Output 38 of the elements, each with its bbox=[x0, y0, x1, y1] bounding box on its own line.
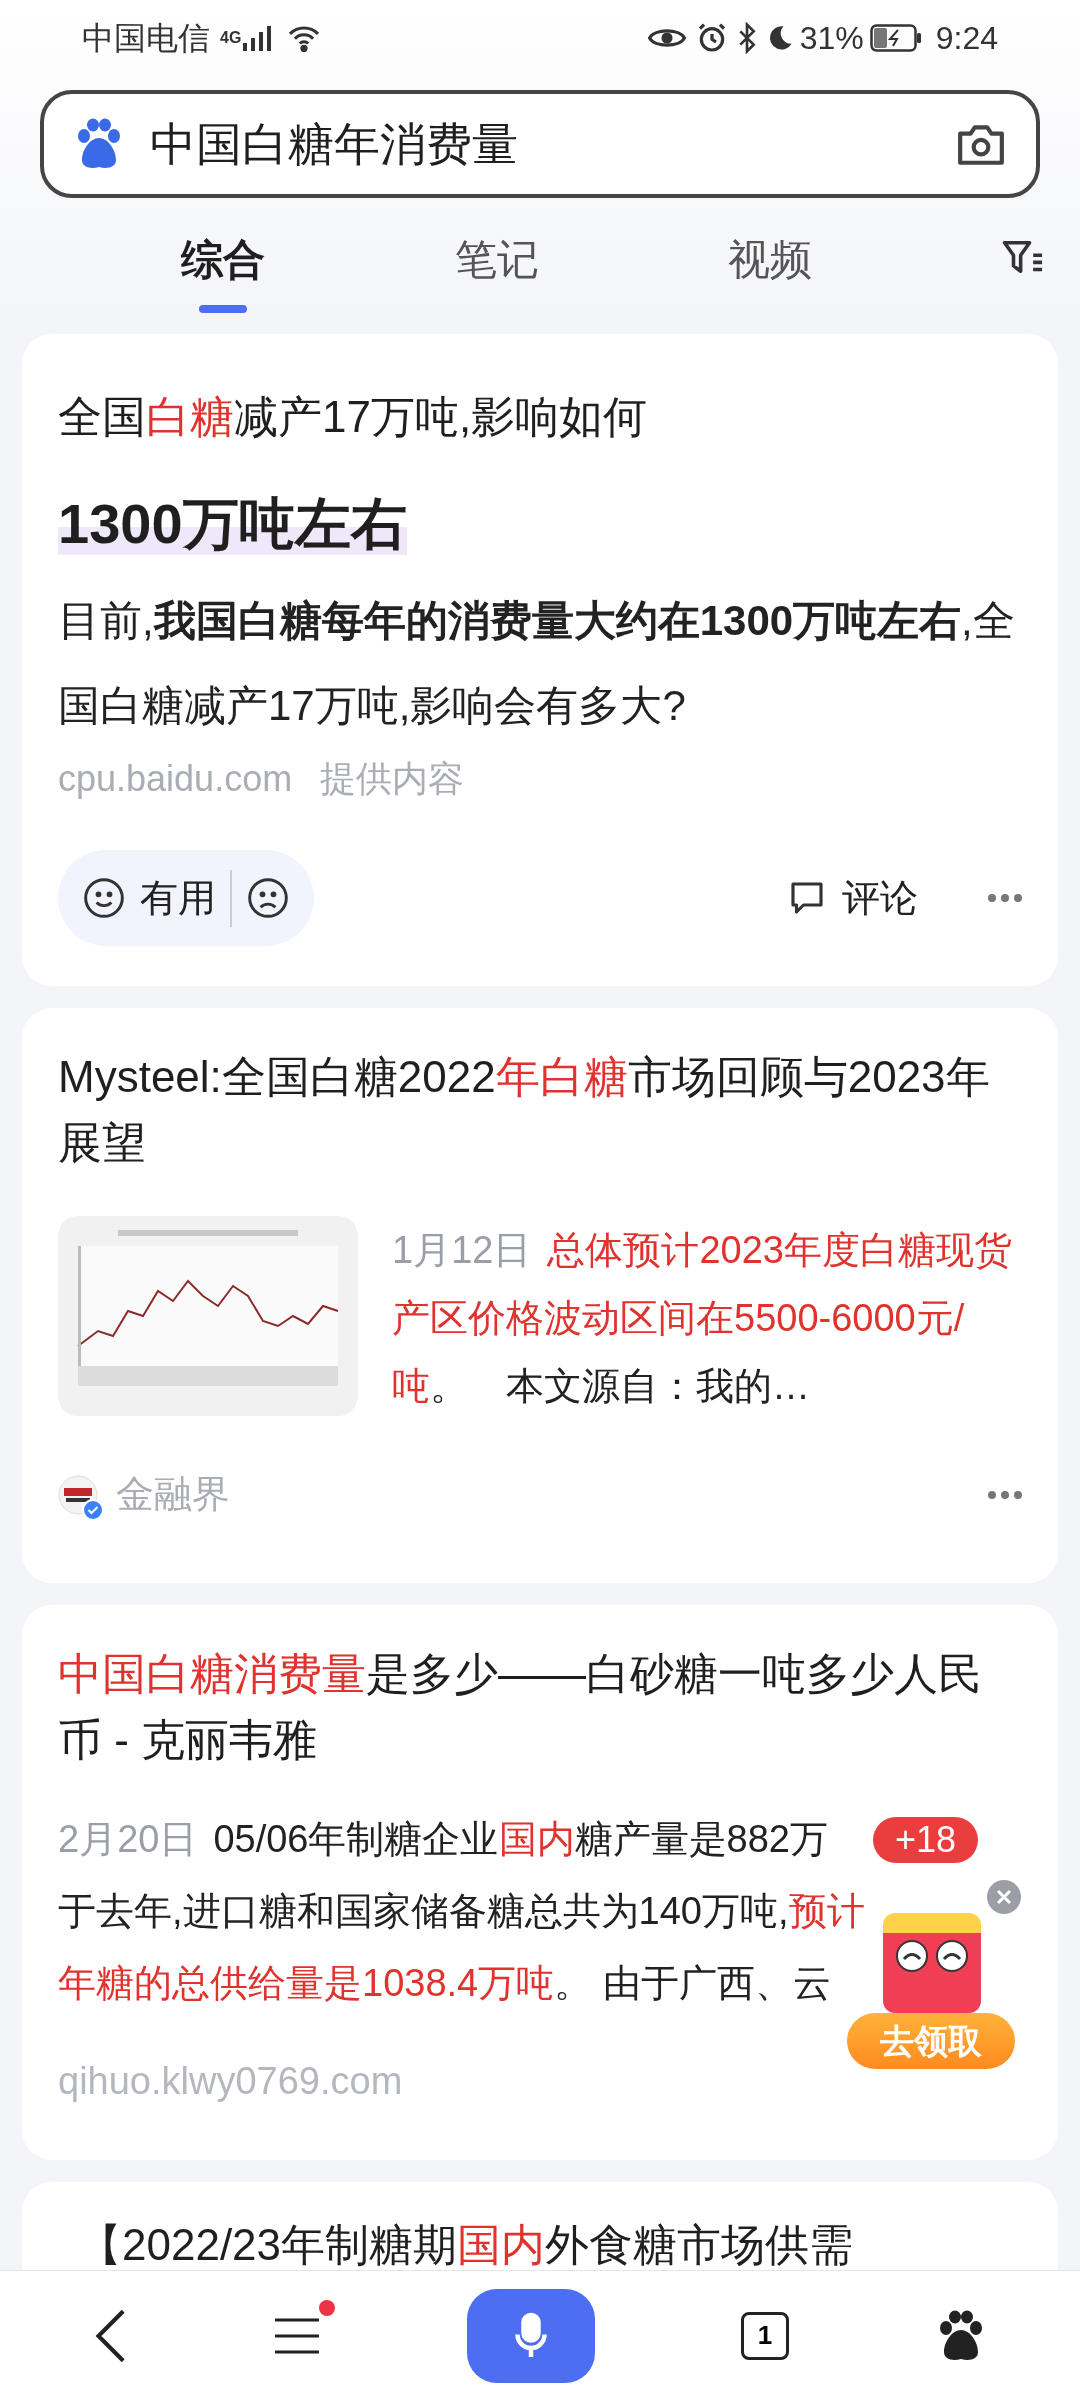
more-icon[interactable] bbox=[988, 1490, 1022, 1499]
source-note: 提供内容 bbox=[320, 757, 465, 801]
answer-paragraph: 目前,我国白糖每年的消费量大约在1300万吨左右,全国白糖减产17万吨,影响会有多大? bbox=[58, 596, 1016, 731]
search-tab[interactable]: 视频 bbox=[727, 208, 814, 313]
useful-button[interactable]: 有用 bbox=[140, 869, 232, 927]
result-card[interactable]: 【2022/23年制糖期国内外食糖市场供需 bbox=[22, 2182, 1058, 2270]
network-label: 4G bbox=[220, 30, 242, 46]
result-card[interactable]: Mysteel:全国白糖2022年白糖市场回顾与2023年展望 1月12日 总体预计2023年度白糖现货产区价格波动区间在5500-6000元/吨。 本文源自：我的… 金融界 bbox=[22, 1008, 1058, 1583]
result-title[interactable]: Mysteel:全国白糖2022年白糖市场回顾与2023年展望 bbox=[58, 1044, 1022, 1176]
search-field[interactable]: 中国白糖年消费量 bbox=[40, 90, 1040, 198]
snippet-line: 年糖的总供给量是1038.4万吨。 由于广西、云 bbox=[58, 1961, 831, 2006]
more-icon[interactable] bbox=[988, 894, 1022, 902]
battery-percent: 31% bbox=[799, 19, 864, 58]
back-icon[interactable] bbox=[93, 2307, 127, 2364]
voice-button[interactable] bbox=[467, 2288, 595, 2383]
search-tab[interactable]: 笔记 bbox=[453, 208, 540, 313]
reward-badge: +18 bbox=[873, 1817, 979, 1863]
clock-time: 9:24 bbox=[935, 19, 998, 58]
carrier-name: 中国电信 bbox=[82, 19, 210, 58]
smile-icon[interactable] bbox=[82, 876, 126, 920]
result-title[interactable]: 中国白糖消费量是多少——白砂糖一吨多少人民币 - 克丽韦雅 bbox=[58, 1641, 1022, 1773]
close-icon[interactable] bbox=[987, 1880, 1021, 1914]
envelope-drawing[interactable] bbox=[883, 1913, 981, 2013]
result-title[interactable]: 【2022/23年制糖期国内外食糖市场供需 bbox=[78, 2212, 1002, 2270]
comment-button[interactable]: 评论 bbox=[842, 869, 918, 927]
snippet-line: 于去年,进口糖和国家储备糖总共为140万吨,预计 bbox=[58, 1889, 865, 1934]
filter-icon[interactable] bbox=[1001, 238, 1044, 276]
battery-icon bbox=[869, 24, 922, 52]
wifi-icon bbox=[287, 24, 322, 52]
result-title[interactable]: 全国白糖减产17万吨,影响如何 bbox=[58, 384, 1022, 450]
snippet-line: 2月20日 05/06年制糖企业国内糖产量是882万 bbox=[58, 1817, 828, 1862]
result-card[interactable]: 全国白糖减产17万吨,影响如何 1300万吨左右 目前,我国白糖每年的消费量大约在1300万吨左右,全国白糖减产17万吨,影响会有多大? cpu.baidu.com 提供内容 有用 评论 bbox=[22, 334, 1058, 986]
tab-count[interactable]: 1 bbox=[741, 2311, 789, 2360]
search-tab[interactable]: 综合 bbox=[180, 208, 266, 313]
result-snippet: 1月12日 总体预计2023年度白糖现货产区价格波动区间在5500-6000元/吨。 本文源自：我的… bbox=[392, 1228, 1013, 1409]
search-query: 中国白糖年消费量 bbox=[150, 116, 519, 172]
microphone-icon bbox=[513, 2311, 549, 2360]
frown-icon[interactable] bbox=[246, 876, 290, 920]
